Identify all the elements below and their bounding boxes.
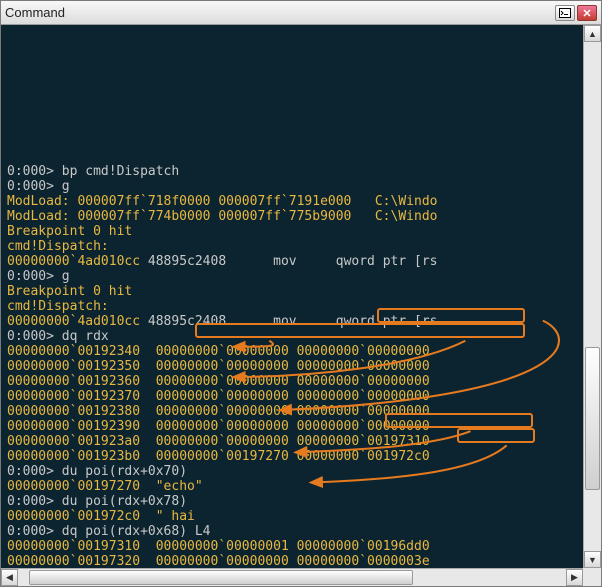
horizontal-scrollbar[interactable]: ◀ ▶ — [1, 568, 583, 586]
terminal-line: cmd!Dispatch: — [7, 239, 581, 254]
terminal-line: Breakpoint 0 hit — [7, 224, 581, 239]
close-button[interactable] — [577, 5, 597, 21]
client-area: 0:000> bp cmd!Dispatch0:000> gModLoad: 0… — [1, 25, 601, 568]
terminal-line: 00000000`001972c0 " hai — [7, 509, 581, 524]
terminal-line: 00000000`00192380 00000000`00000000 0000… — [7, 404, 581, 419]
scroll-up-button[interactable]: ▲ — [584, 25, 601, 42]
terminal-line: 0:000> du poi(rdx+0x78) — [7, 494, 581, 509]
terminal-line: 00000000`00197310 00000000`00000001 0000… — [7, 539, 581, 554]
terminal-line: ModLoad: 000007ff`774b0000 000007ff`775b… — [7, 209, 581, 224]
window-title: Command — [5, 5, 553, 20]
scroll-down-button[interactable]: ▼ — [584, 551, 601, 568]
terminal-line: 0:000> du poi(rdx+0x70) — [7, 464, 581, 479]
terminal-line: 0:000> dq rdx — [7, 329, 581, 344]
terminal-line: 00000000`4ad010cc 48895c2408 mov qword p… — [7, 314, 581, 329]
terminal-line: ModLoad: 000007ff`718f0000 000007ff`7191… — [7, 194, 581, 209]
terminal-line: 00000000`00197270 "echo" — [7, 479, 581, 494]
hscroll-thumb[interactable] — [29, 570, 413, 585]
vscroll-track[interactable] — [584, 42, 601, 551]
terminal-line: 00000000`00192340 00000000`00000000 0000… — [7, 344, 581, 359]
terminal-line: 0:000> g — [7, 269, 581, 284]
terminal-line: 0:000> dq poi(rdx+0x68) L4 — [7, 524, 581, 539]
terminal-line: 00000000`00192350 00000000`00000000 0000… — [7, 359, 581, 374]
terminal-line: 00000000`00192360 00000000`00000000 0000… — [7, 374, 581, 389]
vertical-scrollbar[interactable]: ▲ ▼ — [583, 25, 601, 568]
titlebar[interactable]: Command — [1, 1, 601, 25]
terminal-line: 00000000`001923a0 00000000`00000000 0000… — [7, 434, 581, 449]
scroll-right-button[interactable]: ▶ — [566, 569, 583, 586]
terminal-line: 00000000`4ad010cc 48895c2408 mov qword p… — [7, 254, 581, 269]
terminal-line: 00000000`00192370 00000000`00000000 0000… — [7, 389, 581, 404]
terminal-line: cmd!Dispatch: — [7, 299, 581, 314]
terminal-line: Breakpoint 0 hit — [7, 284, 581, 299]
terminal-line: 00000000`00197320 00000000`00000000 0000… — [7, 554, 581, 568]
terminal-line: 00000000`00192390 00000000`00000000 0000… — [7, 419, 581, 434]
hscroll-track[interactable] — [18, 569, 566, 586]
terminal-icon[interactable] — [555, 5, 575, 21]
terminal-output[interactable]: 0:000> bp cmd!Dispatch0:000> gModLoad: 0… — [1, 25, 583, 568]
terminal-line: 00000000`001923b0 00000000`00197270 0000… — [7, 449, 581, 464]
vscroll-thumb[interactable] — [585, 347, 600, 490]
terminal-line: 0:000> bp cmd!Dispatch — [7, 164, 581, 179]
scroll-left-button[interactable]: ◀ — [1, 569, 18, 586]
command-window: Command — [0, 0, 602, 587]
scroll-corner — [583, 568, 601, 586]
terminal-line: 0:000> g — [7, 179, 581, 194]
